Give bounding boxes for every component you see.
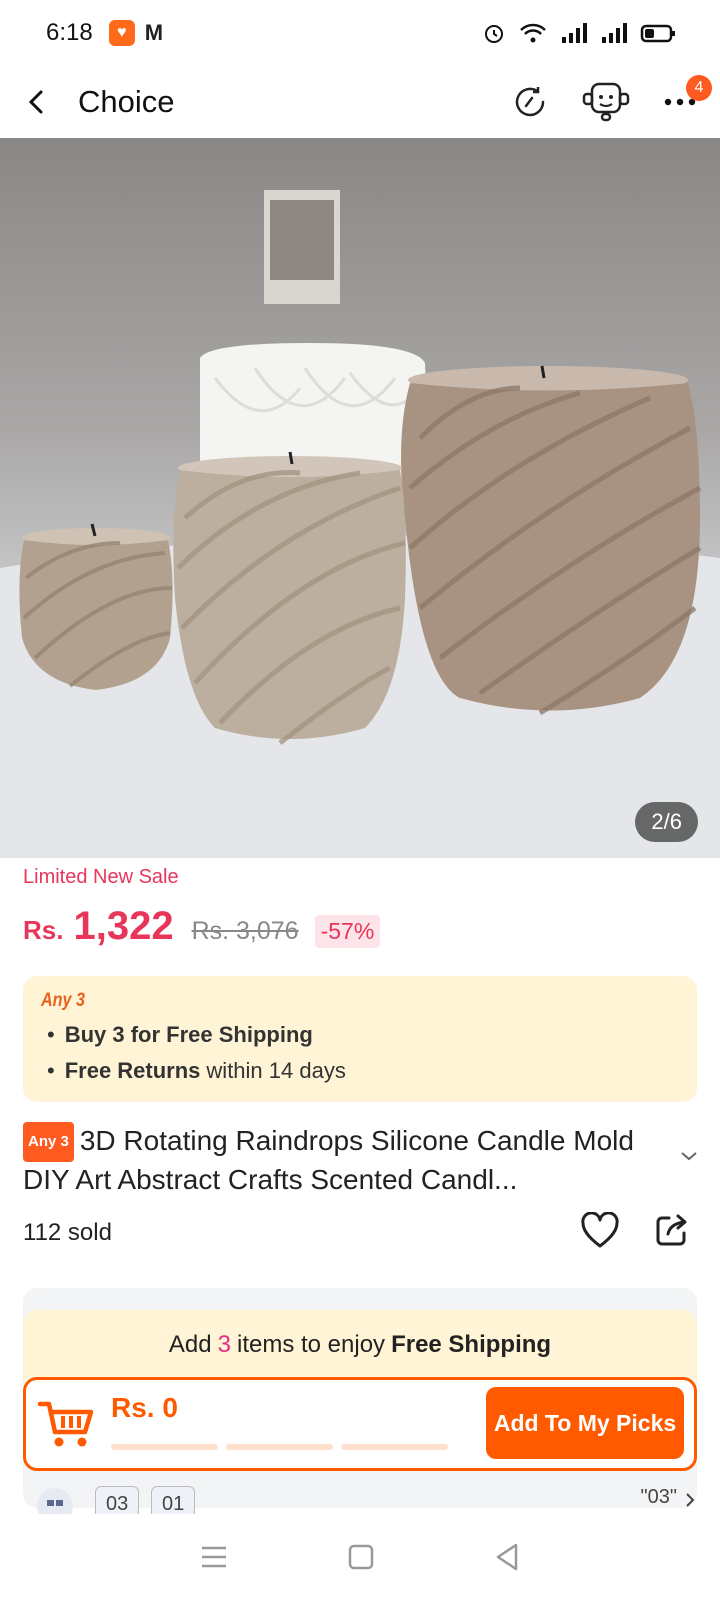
- chevron-down-icon[interactable]: [680, 1150, 698, 1162]
- discount-badge: -57%: [314, 915, 381, 948]
- picks-price: Rs. 0: [111, 1392, 178, 1423]
- notification-badge: 4: [686, 75, 712, 101]
- free-shipping-promo: Add 3 items to enjoy Free Shipping: [23, 1310, 697, 1380]
- product-image-gallery[interactable]: 2/6: [0, 138, 720, 858]
- progress-segment: [111, 1444, 218, 1450]
- wifi-icon: [520, 23, 546, 43]
- bullet: •: [47, 1022, 55, 1047]
- app-header: Choice 4: [0, 66, 720, 138]
- partial-row: 03 01 "03": [23, 1486, 697, 1514]
- original-price: Rs. 3,076: [191, 917, 299, 945]
- partial-right-text: "03": [640, 1486, 677, 1508]
- benefits-card[interactable]: Any 3 • Buy 3 for Free Shipping • Free R…: [23, 976, 697, 1102]
- share-icon[interactable]: [654, 1212, 690, 1248]
- alarm-icon: [485, 25, 503, 43]
- returns-benefit-text: within 14 days: [206, 1058, 346, 1083]
- returns-benefit-bold: Free Returns: [64, 1058, 201, 1083]
- chevron-right-icon[interactable]: [685, 1492, 695, 1508]
- returns-benefit: • Free Returns within 14 days: [41, 1058, 679, 1084]
- price-row: Rs. 1,322 Rs. 3,076 -57%: [23, 904, 381, 949]
- price-currency: Rs.: [23, 915, 64, 945]
- promo-middle: items to enjoy: [236, 1331, 386, 1358]
- status-time: 6:18: [46, 19, 93, 46]
- back-icon[interactable]: [22, 87, 52, 117]
- countdown-hours: 03: [95, 1486, 140, 1514]
- signal-icon: [562, 23, 587, 43]
- customer-service-icon[interactable]: [580, 80, 632, 124]
- sale-label: Limited New Sale: [23, 866, 179, 888]
- promo-count: 3: [217, 1331, 231, 1358]
- back-nav-icon[interactable]: [494, 1543, 520, 1571]
- add-to-my-picks-button[interactable]: Add To My Picks: [486, 1387, 684, 1459]
- current-price: 1,322: [73, 904, 174, 948]
- promo-bold: Free Shipping: [391, 1331, 552, 1358]
- signal-icon-2: [602, 23, 627, 43]
- countdown-minutes: 01: [151, 1486, 196, 1514]
- app-notification-icon: ♥: [108, 20, 135, 46]
- status-icons: [482, 21, 676, 45]
- promo-prefix: Add: [168, 1331, 212, 1358]
- product-title[interactable]: Any 3 3D Rotating Raindrops Silicone Cand…: [23, 1122, 663, 1198]
- my-picks-bar: Rs. 0 Add To My Picks: [23, 1377, 697, 1471]
- home-icon[interactable]: [348, 1544, 374, 1570]
- any3-tag: Any 3: [23, 1122, 74, 1162]
- heart-icon[interactable]: [580, 1212, 620, 1250]
- shipping-benefit: • Buy 3 for Free Shipping: [41, 1022, 679, 1048]
- store-icon: [37, 1488, 73, 1514]
- status-bar: 6:18 ♥ M: [0, 0, 720, 66]
- page-title: Choice: [78, 84, 175, 119]
- menu-icon[interactable]: [200, 1544, 228, 1570]
- picks-progress: [111, 1444, 448, 1450]
- more-button[interactable]: 4: [662, 75, 712, 117]
- image-counter: 2/6: [635, 802, 698, 842]
- gmail-icon: M: [144, 20, 164, 45]
- sold-count: 112 sold: [23, 1219, 112, 1246]
- progress-segment: [341, 1444, 448, 1450]
- product-title-text: 3D Rotating Raindrops Silicone Candle Mo…: [23, 1125, 634, 1195]
- shipping-benefit-text: Buy 3 for Free Shipping: [64, 1022, 313, 1047]
- any3-label: Any 3: [41, 990, 85, 1011]
- bullet: •: [47, 1058, 55, 1083]
- history-icon[interactable]: [510, 82, 550, 122]
- battery-icon: [640, 24, 675, 43]
- progress-segment: [226, 1444, 333, 1450]
- system-nav-bar: [0, 1514, 720, 1600]
- product-photo: [0, 190, 720, 858]
- cart-icon[interactable]: [36, 1392, 98, 1454]
- header-actions: 4: [510, 75, 712, 124]
